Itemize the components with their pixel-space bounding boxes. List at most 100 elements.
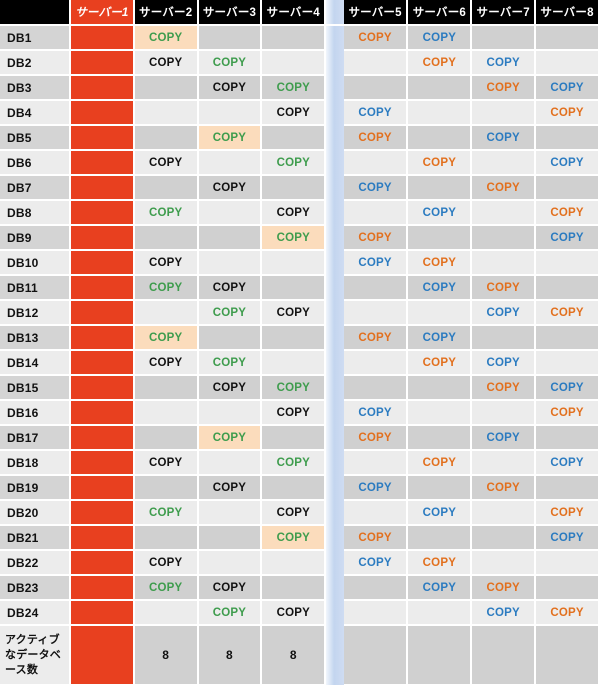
copy-label: COPY (550, 81, 584, 94)
copy-label: COPY (148, 206, 183, 219)
cell-empty-server-6 (407, 525, 473, 551)
cell-copy-server-4: COPY (261, 225, 327, 251)
column-group-separator (325, 275, 344, 300)
cell-copy-server-6: COPY (407, 550, 473, 576)
row-label-database: DB10 (0, 250, 71, 276)
cell-copy-server-8: COPY (535, 500, 600, 526)
column-group-separator (325, 150, 344, 175)
copy-label: COPY (358, 131, 392, 144)
cell-empty-server-6 (407, 75, 473, 101)
column-group-separator (325, 375, 344, 400)
cell-active-server-1 (69, 125, 135, 151)
column-group-separator (325, 250, 344, 275)
cell-copy-server-5: COPY (343, 425, 409, 451)
copy-label: COPY (276, 606, 310, 619)
cell-empty-server-2 (133, 375, 199, 401)
cell-active-server-1 (69, 225, 135, 251)
cell-copy-server-8: COPY (535, 100, 600, 126)
cell-empty-server-6 (407, 375, 473, 401)
copy-label: COPY (358, 256, 392, 269)
copy-label: COPY (550, 156, 584, 169)
copy-label: COPY (422, 581, 457, 594)
cell-copy-server-2: COPY (133, 575, 199, 601)
cell-copy-server-4: COPY (261, 150, 327, 176)
cell-copy-server-4: COPY (261, 525, 327, 551)
copy-label: COPY (212, 181, 247, 194)
row-label-database: DB24 (0, 600, 71, 626)
copy-label: COPY (422, 506, 457, 519)
copy-label: COPY (550, 231, 584, 244)
column-group-separator (325, 425, 344, 450)
cell-empty-server-6 (407, 400, 473, 426)
copy-label: COPY (148, 256, 183, 269)
cell-empty-server-2 (133, 75, 199, 101)
cell-copy-server-8: COPY (535, 225, 600, 251)
cell-empty-server-4 (261, 425, 327, 451)
cell-empty-server-3 (197, 200, 263, 226)
cell-empty-server-4 (261, 325, 327, 351)
header-cell-server-8[interactable]: サーバー8 (535, 0, 600, 26)
table-row: DB22 COPY COPY COPY (0, 550, 600, 576)
cell-active-server-1 (69, 200, 135, 226)
copy-label: COPY (422, 256, 457, 269)
row-label-database: DB22 (0, 550, 71, 576)
summary-cell-empty-server-6 (407, 625, 473, 686)
copy-label: COPY (276, 456, 310, 469)
header-cell-server-4[interactable]: サーバー4 (261, 0, 327, 26)
column-group-separator (325, 200, 344, 225)
copy-label: COPY (276, 531, 310, 544)
cell-active-server-1 (69, 425, 135, 451)
cell-copy-server-7: COPY (471, 600, 537, 626)
cell-empty-server-8 (535, 475, 600, 501)
table-row: DB19 COPY COPY COPY (0, 475, 600, 501)
copy-label: COPY (422, 331, 457, 344)
cell-empty-server-2 (133, 425, 199, 451)
copy-label: COPY (212, 81, 247, 94)
header-cell-server-7[interactable]: サーバー7 (471, 0, 537, 26)
table-row: DB24 COPY COPY COPY COPY (0, 600, 600, 626)
table-row: DB5 COPY COPY COPY (0, 125, 600, 151)
cell-empty-server-7 (471, 550, 537, 576)
cell-empty-server-5 (343, 575, 409, 601)
cell-copy-server-5: COPY (343, 25, 409, 51)
cell-empty-server-3 (197, 100, 263, 126)
cell-empty-server-6 (407, 600, 473, 626)
copy-label: COPY (422, 281, 457, 294)
copy-label: COPY (148, 556, 183, 569)
cell-active-server-1 (69, 575, 135, 601)
cell-active-server-1 (69, 150, 135, 176)
table-header: サーバー1 サーバー2 サーバー3 サーバー4 サーバー5 サーバー6 サーバー… (0, 0, 600, 26)
copy-label: COPY (212, 131, 247, 144)
cell-copy-server-8: COPY (535, 600, 600, 626)
row-label-database: DB19 (0, 475, 71, 501)
header-cell-server-3[interactable]: サーバー3 (197, 0, 263, 26)
copy-label: COPY (358, 106, 392, 119)
column-group-separator (325, 50, 344, 75)
copy-label: COPY (276, 381, 310, 394)
header-cell-server-1[interactable]: サーバー1 (69, 0, 135, 26)
copy-label: COPY (486, 581, 520, 594)
cell-copy-server-2: COPY (133, 500, 199, 526)
cell-empty-server-3 (197, 550, 263, 576)
cell-copy-server-5: COPY (343, 550, 409, 576)
cell-empty-server-5 (343, 275, 409, 301)
cell-active-server-1 (69, 550, 135, 576)
table-row: DB2 COPY COPY COPY COPY (0, 50, 600, 76)
copy-label: COPY (486, 381, 520, 394)
cell-active-server-1 (69, 375, 135, 401)
cell-active-server-1 (69, 25, 135, 51)
header-cell-server-6[interactable]: サーバー6 (407, 0, 473, 26)
cell-copy-server-4: COPY (261, 200, 327, 226)
summary-cell-empty-server-5 (343, 625, 409, 686)
copy-label: COPY (358, 481, 392, 494)
cell-copy-server-8: COPY (535, 75, 600, 101)
summary-row-label: アクティブなデータベース数 (0, 625, 71, 686)
cell-copy-server-4: COPY (261, 300, 327, 326)
cell-copy-server-2: COPY (133, 275, 199, 301)
cell-copy-server-4: COPY (261, 75, 327, 101)
cell-copy-server-3: COPY (197, 50, 263, 76)
cell-empty-server-2 (133, 225, 199, 251)
header-cell-server-5[interactable]: サーバー5 (343, 0, 409, 26)
header-cell-server-2[interactable]: サーバー2 (133, 0, 199, 26)
copy-label: COPY (276, 106, 310, 119)
